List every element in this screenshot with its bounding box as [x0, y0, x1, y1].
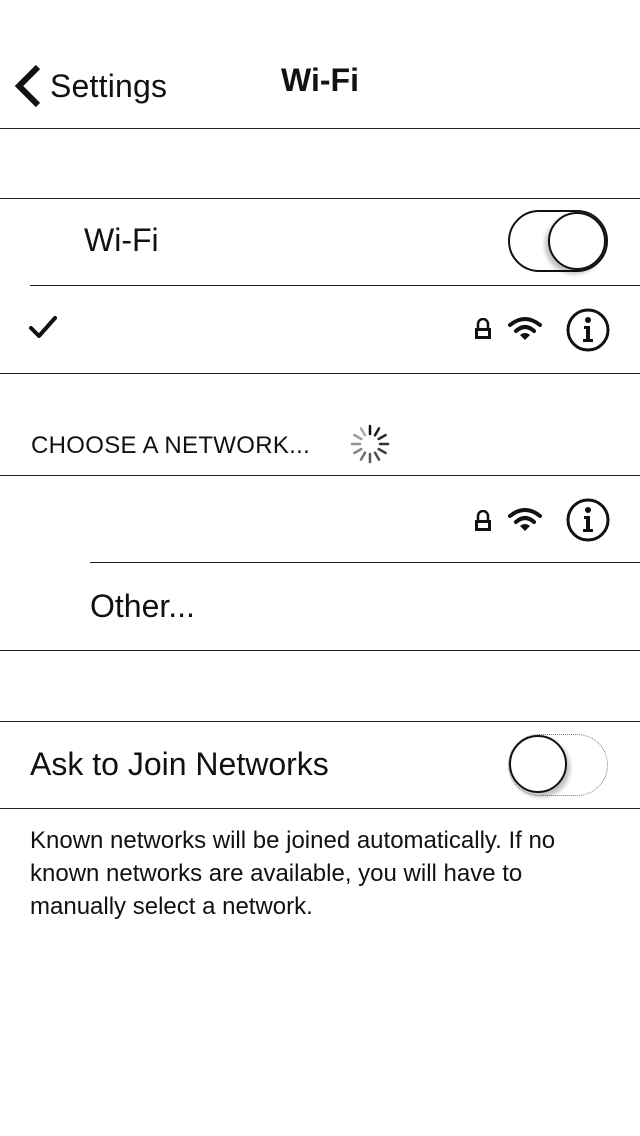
lock-icon [474, 317, 492, 345]
divider [90, 562, 640, 563]
divider [0, 721, 640, 722]
wifi-toggle[interactable] [508, 210, 608, 272]
loading-spinner-icon [348, 422, 392, 471]
network-name[interactable] [90, 505, 460, 535]
connected-network-name [40, 318, 460, 348]
divider [0, 808, 640, 809]
wifi-signal-icon [508, 507, 542, 538]
divider [30, 285, 640, 286]
page-title: Wi-Fi [281, 62, 359, 98]
info-icon[interactable] [566, 308, 610, 357]
divider [0, 475, 640, 476]
lock-icon [474, 509, 492, 537]
divider [0, 650, 640, 651]
toggle-knob [509, 735, 567, 793]
other-network-button[interactable]: Other... [90, 588, 195, 625]
wifi-signal-icon [508, 316, 542, 347]
wifi-toggle-label: Wi-Fi [84, 222, 159, 258]
ask-to-join-label: Ask to Join Networks [30, 746, 329, 782]
divider [0, 198, 640, 199]
nav-divider [0, 128, 640, 129]
ask-to-join-toggle[interactable] [508, 734, 608, 796]
section-header-choose-network: CHOOSE A NETWORK... [31, 432, 311, 459]
info-icon[interactable] [566, 498, 610, 547]
ask-to-join-description: Known networks will be joined automatica… [30, 827, 556, 920]
toggle-knob [548, 212, 606, 270]
divider [0, 373, 640, 374]
